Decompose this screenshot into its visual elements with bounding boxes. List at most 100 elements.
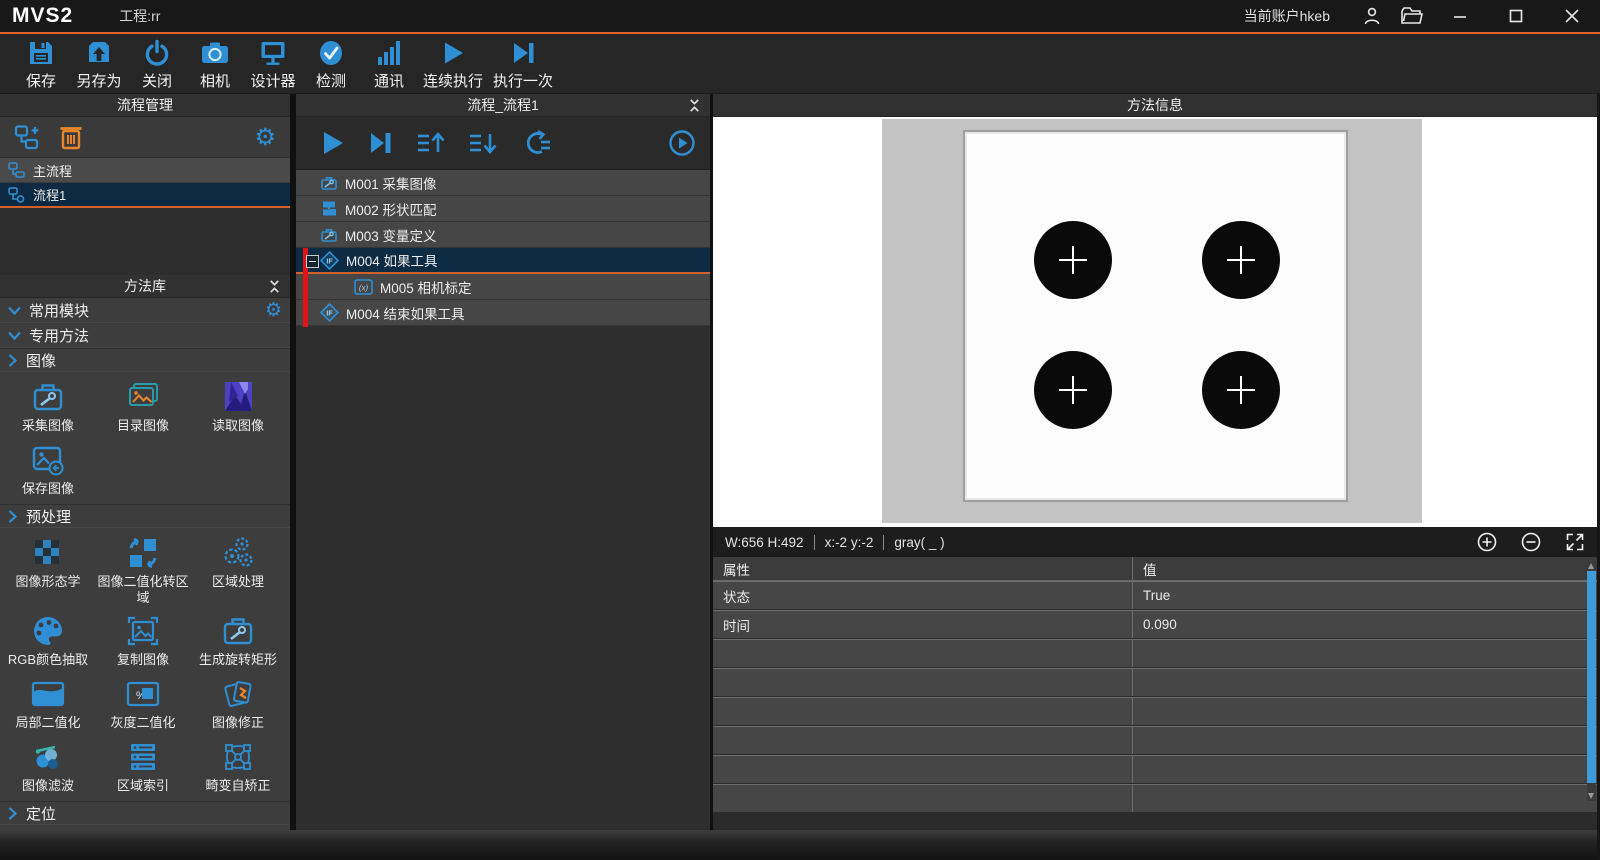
distortion-icon — [219, 739, 257, 775]
loop-button[interactable] — [520, 129, 552, 157]
add-process-button[interactable] — [14, 124, 42, 150]
toolbox-icon — [320, 226, 338, 243]
library-item-rgb-extract[interactable]: RGB颜色抽取 — [8, 611, 88, 674]
image-size-label: W:656 H:492 — [725, 535, 804, 550]
camera-button[interactable]: 相机 — [186, 34, 244, 93]
process-manager-title: 流程管理 — [117, 95, 173, 115]
close-project-button[interactable]: 关闭 — [128, 34, 186, 93]
library-item-image-filter[interactable]: 图像滤波 — [22, 737, 74, 800]
run-continuous-button[interactable]: 连续执行 — [418, 34, 488, 93]
flow-run-button[interactable] — [320, 129, 346, 157]
library-item-region-index[interactable]: 区域索引 — [117, 737, 169, 800]
library-grid-image: 采集图像 目录图像 读取图像 保存图像 — [0, 372, 290, 504]
step-icon — [509, 37, 537, 67]
status-divider — [883, 535, 884, 550]
table-scrollbar[interactable] — [1587, 561, 1596, 801]
detect-button[interactable]: 检测 — [302, 34, 360, 93]
user-icon[interactable] — [1352, 0, 1392, 32]
flow-step-m004-endif[interactable]: IF M004 结束如果工具 — [296, 300, 710, 326]
library-item-distortion-correct[interactable]: 畸变自矫正 — [205, 737, 270, 800]
process-item-main[interactable]: 主流程 — [0, 158, 290, 183]
column-header-value: 值 — [1133, 557, 1597, 580]
maximize-button[interactable] — [1488, 0, 1544, 32]
library-item-region-process[interactable]: 区域处理 — [212, 533, 264, 611]
image-viewer[interactable] — [713, 117, 1597, 527]
run-once-button[interactable]: 执行一次 — [488, 34, 558, 93]
scroll-down-arrow[interactable] — [1588, 793, 1594, 799]
designer-button[interactable]: 设计器 — [244, 34, 302, 93]
table-row[interactable] — [713, 726, 1597, 755]
library-item-directory-image[interactable]: 目录图像 — [117, 377, 169, 440]
flow-step-button[interactable] — [368, 129, 394, 157]
process-settings-gear-icon[interactable]: ⚙ — [254, 125, 276, 149]
table-row[interactable]: 状态 True — [713, 581, 1597, 610]
table-row[interactable] — [713, 697, 1597, 726]
zoom-out-button[interactable] — [1521, 532, 1541, 552]
library-item-rotated-rect[interactable]: 生成旋转矩形 — [199, 611, 277, 674]
library-item-read-image[interactable]: 读取图像 — [212, 377, 264, 440]
calibration-paper — [963, 130, 1348, 502]
library-item-acquire-image[interactable]: 采集图像 — [22, 377, 74, 440]
library-section-image[interactable]: 图像 — [0, 348, 290, 372]
flow-step-m001[interactable]: M001 采集图像 — [296, 170, 710, 196]
library-item-local-binarize[interactable]: 局部二值化 — [15, 674, 80, 737]
library-item-save-image[interactable]: 保存图像 — [22, 440, 74, 503]
table-row[interactable] — [713, 755, 1597, 784]
move-up-button[interactable] — [416, 130, 446, 156]
save-as-button[interactable]: 另存为 — [70, 34, 128, 93]
folder-icon[interactable] — [1392, 0, 1432, 32]
library-section-label: 定位 — [26, 803, 56, 824]
table-row[interactable] — [713, 639, 1597, 668]
library-item-gray-binarize[interactable]: % 灰度二值化 — [110, 674, 175, 737]
signal-icon — [375, 37, 403, 67]
process-manager-header: 流程管理 — [0, 94, 290, 117]
flow-panel: 流程_流程1 — [296, 94, 710, 860]
move-down-button[interactable] — [468, 130, 498, 156]
zoom-in-button[interactable] — [1477, 532, 1497, 552]
calibration-dot — [1202, 221, 1280, 299]
flow-step-m005[interactable]: (x) M005 相机标定 — [296, 274, 710, 300]
fit-view-button[interactable] — [1565, 532, 1585, 552]
flow-step-label: M004 如果工具 — [346, 250, 438, 270]
power-icon — [143, 37, 171, 67]
toolbox-icon — [29, 379, 67, 415]
library-settings-gear-icon[interactable]: ⚙ — [265, 301, 282, 320]
table-row[interactable]: 时间 0.090 — [713, 610, 1597, 639]
collapse-panel-icon[interactable] — [687, 98, 702, 113]
library-section-locate[interactable]: 定位 — [0, 801, 290, 825]
camera-icon — [200, 37, 230, 67]
flow-step-m003[interactable]: M003 变量定义 — [296, 222, 710, 248]
flow-step-m004-if[interactable]: IF M004 如果工具 — [296, 248, 710, 274]
flow-toolbar — [296, 117, 710, 170]
save-button[interactable]: 保存 — [12, 34, 70, 93]
toolbox-icon — [219, 613, 257, 649]
minimize-button[interactable] — [1432, 0, 1488, 32]
scroll-up-arrow[interactable] — [1588, 563, 1594, 569]
table-row[interactable] — [713, 668, 1597, 697]
method-info-header: 方法信息 — [713, 94, 1597, 117]
calibration-dot — [1202, 351, 1280, 429]
region-index-icon — [124, 739, 162, 775]
library-item-copy-image[interactable]: 复制图像 — [117, 611, 169, 674]
close-button[interactable] — [1544, 0, 1600, 32]
library-item-image-fix[interactable]: 图像修正 — [212, 674, 264, 737]
collapse-expander-box[interactable] — [306, 255, 319, 268]
library-group-common[interactable]: 常用模块 ⚙ — [0, 298, 290, 323]
collapse-panel-icon[interactable] — [267, 279, 282, 294]
library-group-special[interactable]: 专用方法 — [0, 323, 290, 348]
method-info-title: 方法信息 — [1127, 95, 1183, 115]
communication-button[interactable]: 通讯 — [360, 34, 418, 93]
flow-run-circle-button[interactable] — [668, 129, 696, 157]
library-item-binarize-to-region[interactable]: 图像二值化转区域 — [97, 533, 189, 611]
library-section-preprocess[interactable]: 预处理 — [0, 504, 290, 528]
image-fix-icon — [219, 676, 257, 712]
main-toolbar: 保存 另存为 关闭 相机 设计器 检测 通讯 — [0, 34, 1600, 94]
library-item-morphology[interactable]: 图像形态学 — [15, 533, 80, 611]
library-group-label: 常用模块 — [29, 300, 89, 321]
svg-text:IF: IF — [326, 310, 333, 317]
process-item-flow1[interactable]: 流程1 — [0, 183, 290, 208]
table-row[interactable] — [713, 784, 1597, 813]
delete-process-button[interactable] — [58, 123, 84, 151]
flow-step-m002[interactable]: M002 形状匹配 — [296, 196, 710, 222]
scrollbar-thumb[interactable] — [1587, 571, 1596, 783]
